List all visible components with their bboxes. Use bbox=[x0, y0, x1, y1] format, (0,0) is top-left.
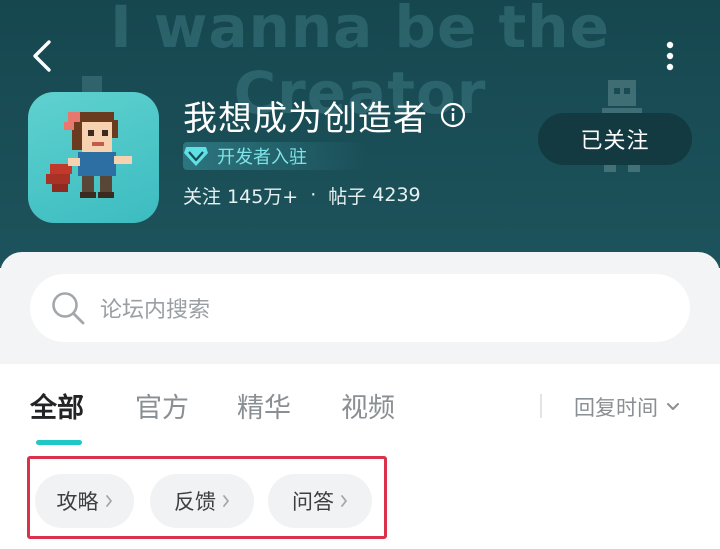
tab-video[interactable]: 视频 bbox=[341, 386, 395, 425]
forum-header: I wanna be the Creator 我想成为创造者 开发者入驻 关注 … bbox=[0, 0, 720, 268]
tabs-divider bbox=[540, 394, 542, 418]
tab-all[interactable]: 全部 bbox=[30, 386, 84, 425]
follow-count-label: 关注 bbox=[183, 185, 222, 208]
search-placeholder: 论坛内搜索 bbox=[100, 298, 211, 323]
chip-feedback[interactable]: 反馈 bbox=[150, 474, 254, 528]
post-count-value: 4239 bbox=[372, 184, 421, 206]
search-panel: 论坛内搜索 bbox=[0, 252, 720, 364]
separator-dot: · bbox=[310, 184, 317, 206]
filter-tabs: 全部 官方 精华 视频 回复时间 bbox=[0, 364, 720, 454]
chip-qa[interactable]: 问答 bbox=[268, 474, 372, 528]
sort-dropdown[interactable]: 回复时间 bbox=[574, 392, 680, 422]
chevron-right-icon bbox=[341, 495, 347, 507]
post-count-label: 帖子 bbox=[328, 185, 367, 208]
search-icon bbox=[52, 292, 85, 325]
more-vertical-icon bbox=[666, 41, 674, 71]
developer-badge-label: 开发者入驻 bbox=[217, 147, 307, 168]
chip-guides[interactable]: 攻略 bbox=[35, 474, 134, 528]
followed-button[interactable]: 已关注 bbox=[538, 113, 692, 165]
more-options-button[interactable] bbox=[650, 36, 690, 76]
search-input[interactable]: 论坛内搜索 bbox=[30, 274, 690, 342]
game-title: 我想成为创造者 bbox=[183, 98, 428, 139]
follow-count-value: 145万+ bbox=[227, 185, 299, 208]
forum-stats: 关注 145万+ · 帖子 4239 bbox=[183, 180, 421, 210]
game-app-icon[interactable] bbox=[28, 92, 159, 223]
chevron-right-icon bbox=[105, 495, 112, 507]
developer-badge[interactable]: 开发者入驻 bbox=[183, 142, 367, 170]
info-icon[interactable] bbox=[440, 102, 466, 128]
active-tab-indicator bbox=[36, 440, 82, 445]
back-button[interactable] bbox=[22, 36, 62, 76]
sort-label: 回复时间 bbox=[574, 396, 658, 420]
title-row: 我想成为创造者 bbox=[183, 92, 466, 139]
tab-official[interactable]: 官方 bbox=[135, 386, 189, 425]
diamond-icon bbox=[184, 147, 208, 166]
chevron-right-icon bbox=[223, 495, 229, 507]
chip-guides-label: 攻略 bbox=[56, 490, 99, 514]
chip-feedback-label: 反馈 bbox=[174, 490, 216, 514]
background-wordmark-line1: I wanna be the bbox=[110, 0, 610, 61]
chip-qa-label: 问答 bbox=[292, 490, 334, 514]
back-arrow-icon bbox=[33, 40, 51, 72]
chevron-down-icon bbox=[667, 403, 679, 410]
tab-featured[interactable]: 精华 bbox=[237, 386, 291, 425]
